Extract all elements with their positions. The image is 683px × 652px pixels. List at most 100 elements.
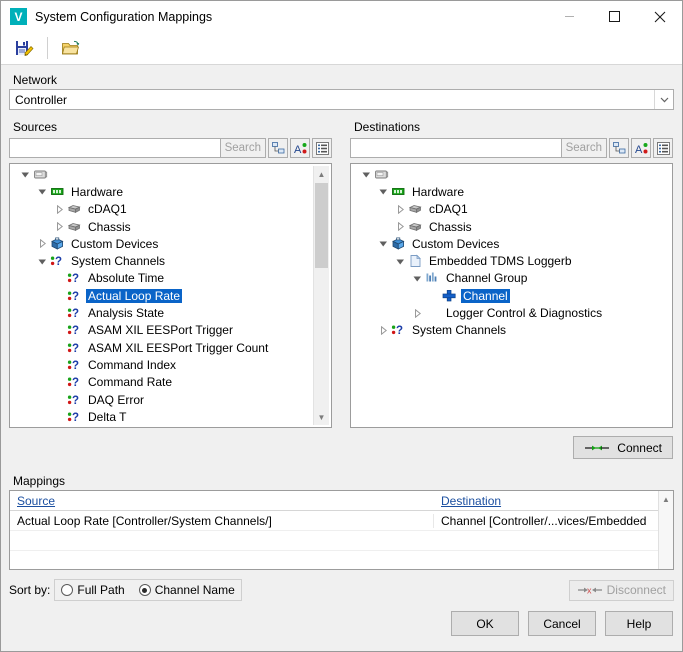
column-header-destination[interactable]: Destination — [434, 494, 673, 508]
chevron-collapsed-icon[interactable] — [52, 222, 66, 232]
chevron-collapsed-icon — [56, 222, 63, 232]
system-channel-icon: ? — [50, 256, 62, 268]
system-channel-icon: ? — [66, 410, 83, 424]
chevron-collapsed-icon[interactable] — [393, 222, 407, 232]
tree-item-hardware[interactable]: Hardware — [353, 183, 670, 200]
tree-item-logger-control-diagnostics[interactable]: Logger Control & Diagnostics — [353, 304, 670, 321]
tree-item-channel[interactable]: Channel — [353, 287, 670, 304]
chevron-collapsed-icon[interactable] — [376, 325, 390, 335]
scroll-up-icon[interactable]: ▲ — [314, 166, 329, 182]
system-channel-icon: ? — [391, 325, 403, 337]
cancel-button-label: Cancel — [543, 616, 581, 631]
destinations-sort-alpha-button[interactable]: A — [631, 138, 651, 158]
tree-item-cdaq1[interactable]: cDAQ1 — [12, 201, 329, 218]
chevron-expanded-icon[interactable] — [393, 257, 407, 266]
system-channel-icon: ? — [390, 323, 407, 337]
chevron-expanded-icon[interactable] — [35, 187, 49, 196]
open-button[interactable] — [56, 35, 86, 61]
chevron-collapsed-icon[interactable] — [393, 204, 407, 214]
sources-tree-scrollbar[interactable]: ▲ ▼ — [313, 166, 329, 425]
mappings-scrollbar[interactable]: ▲ — [658, 491, 673, 569]
destinations-tree-view-button[interactable] — [609, 138, 629, 158]
tree-item-system-channels[interactable]: ? System Channels — [12, 252, 329, 269]
tree-item-root[interactable] — [12, 166, 329, 183]
system-channel-icon: ? — [67, 412, 79, 424]
system-channel-icon: ? — [66, 323, 83, 337]
scrollbar-thumb[interactable] — [315, 183, 328, 268]
tree-item-analysis-state[interactable]: ? Analysis State — [12, 304, 329, 321]
connect-button[interactable]: Connect — [573, 436, 673, 459]
tree-item-custom-devices[interactable]: Custom Devices — [353, 235, 670, 252]
chevron-collapsed-icon — [414, 308, 421, 318]
destinations-search-input[interactable] — [350, 138, 562, 158]
chevron-expanded-icon[interactable] — [359, 170, 373, 179]
chevron-expanded-icon[interactable] — [376, 187, 390, 196]
hardware-chip-icon — [49, 185, 66, 199]
ok-button[interactable]: OK — [451, 611, 519, 636]
column-header-source[interactable]: Source — [10, 494, 434, 508]
radio-channel-name[interactable]: Channel Name — [138, 583, 235, 597]
tree-item-asam-xil-eesport-trigger-count[interactable]: ? ASAM XIL EESPort Trigger Count — [12, 339, 329, 356]
save-button[interactable] — [9, 35, 39, 61]
system-channel-icon: ? — [66, 341, 83, 355]
sources-search-button[interactable]: Search — [220, 138, 266, 158]
table-row[interactable]: Actual Loop Rate [Controller/System Chan… — [10, 511, 673, 531]
system-channel-icon: ? — [67, 273, 79, 285]
tree-item-channel-group[interactable]: Channel Group — [353, 270, 670, 287]
sources-search-input[interactable] — [9, 138, 221, 158]
scroll-down-icon[interactable]: ▼ — [314, 409, 329, 425]
tree-item-cdaq1[interactable]: cDAQ1 — [353, 201, 670, 218]
sources-sort-alpha-button[interactable]: A — [290, 138, 310, 158]
tree-item-chassis[interactable]: Chassis — [12, 218, 329, 235]
sources-list-view-button[interactable] — [312, 138, 332, 158]
list-view-icon — [656, 141, 670, 155]
radio-full-path[interactable]: Full Path — [61, 583, 125, 597]
destinations-search-button[interactable]: Search — [561, 138, 607, 158]
maximize-button[interactable] — [592, 1, 637, 32]
tree-item-command-rate[interactable]: ? Command Rate — [12, 374, 329, 391]
tree-item-absolute-time[interactable]: ? Absolute Time — [12, 270, 329, 287]
tree-item-hardware[interactable]: Hardware — [12, 183, 329, 200]
tree-item-daq-error[interactable]: ? DAQ Error — [12, 391, 329, 408]
chevron-expanded-icon — [379, 241, 387, 247]
sources-tree-view-button[interactable] — [268, 138, 288, 158]
disconnect-button[interactable]: x Disconnect — [568, 579, 674, 601]
chevron-down-icon[interactable] — [654, 90, 673, 109]
tree-item-asam-xil-eesport-trigger[interactable]: ? ASAM XIL EESPort Trigger — [12, 322, 329, 339]
sources-panel: Sources Search A Hardware cDAQ1 Chassis … — [9, 120, 332, 428]
tree-item-delta-t[interactable]: ? Delta T — [12, 408, 329, 425]
mappings-table[interactable]: Source Destination Actual Loop Rate [Con… — [9, 490, 674, 570]
network-label: Network — [13, 73, 58, 87]
tree-item-custom-devices[interactable]: Custom Devices — [12, 235, 329, 252]
chevron-expanded-icon[interactable] — [376, 239, 390, 248]
chevron-collapsed-icon[interactable] — [52, 204, 66, 214]
chevron-expanded-icon[interactable] — [410, 274, 424, 283]
chevron-collapsed-icon — [397, 222, 404, 232]
tree-item-root[interactable] — [353, 166, 670, 183]
destinations-tree[interactable]: Hardware cDAQ1 Chassis Custom Devices Em… — [350, 163, 673, 428]
minimize-button[interactable] — [547, 1, 592, 32]
table-row-empty — [10, 531, 673, 551]
chevron-expanded-icon[interactable] — [35, 257, 49, 266]
system-channel-icon: ? — [49, 254, 66, 268]
chevron-collapsed-icon[interactable] — [35, 239, 49, 249]
help-button[interactable]: Help — [605, 611, 673, 636]
cancel-button[interactable]: Cancel — [528, 611, 596, 636]
tree-item-embedded-tdms-loggerb[interactable]: Embedded TDMS Loggerb — [353, 252, 670, 269]
sources-tree[interactable]: Hardware cDAQ1 Chassis Custom Devices ? S… — [9, 163, 332, 428]
scroll-up-icon[interactable]: ▲ — [659, 491, 673, 507]
system-channel-icon: ? — [67, 291, 79, 303]
tree-item-command-index[interactable]: ? Command Index — [12, 356, 329, 373]
toolbar — [1, 32, 682, 65]
chevron-collapsed-icon[interactable] — [410, 308, 424, 318]
controller-icon — [34, 170, 48, 179]
chevron-expanded-icon — [38, 259, 46, 265]
chevron-expanded-icon[interactable] — [18, 170, 32, 179]
title-bar: V System Configuration Mappings — [1, 1, 682, 32]
close-button[interactable] — [637, 1, 682, 32]
network-select[interactable]: Controller — [9, 89, 674, 110]
tree-item-chassis[interactable]: Chassis — [353, 218, 670, 235]
tree-item-system-channels[interactable]: ? System Channels — [353, 322, 670, 339]
destinations-list-view-button[interactable] — [653, 138, 673, 158]
tree-item-actual-loop-rate[interactable]: ? Actual Loop Rate — [12, 287, 329, 304]
